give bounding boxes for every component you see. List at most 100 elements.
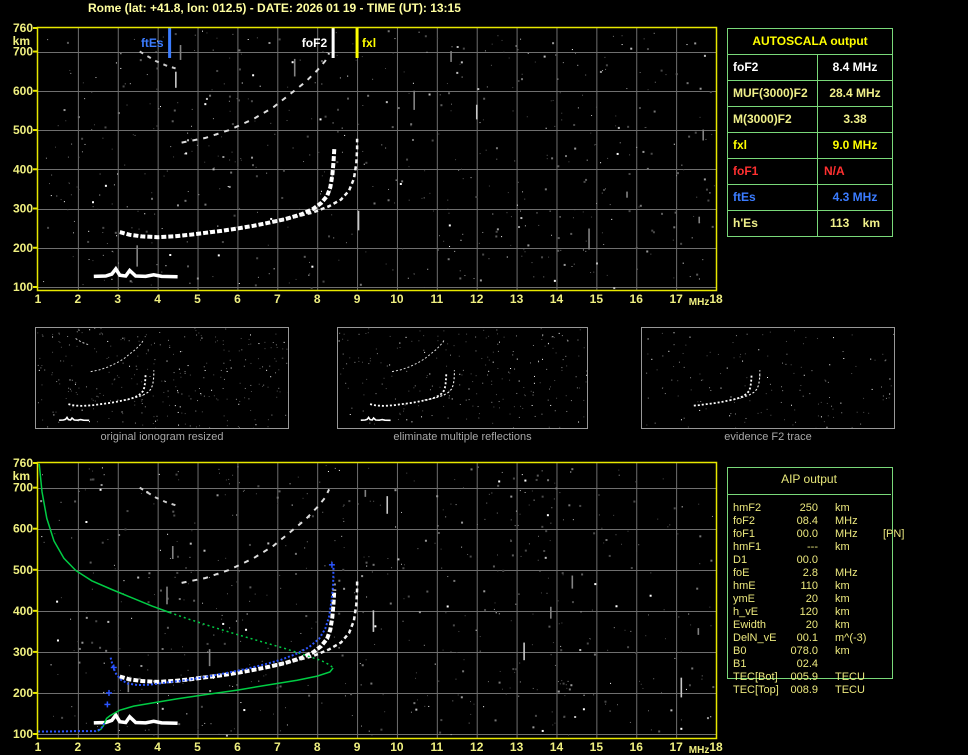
- aip-value: 078.0: [790, 645, 818, 657]
- autoscala-value: N/A: [824, 164, 845, 178]
- autoscala-param: ftEs: [728, 185, 818, 210]
- autoscala-window: Rome (lat: +41.8, lon: 012.5) - DATE: 20…: [0, 0, 968, 755]
- aip-param: foF2: [733, 515, 756, 527]
- x-tick-2: 2: [75, 740, 82, 754]
- aip-row-TEC[Top]: TEC[Top] 008.9 TECU: [733, 684, 963, 697]
- x-tick-12: 12: [470, 740, 484, 754]
- y-tick-400: 400: [13, 604, 33, 618]
- aip-unit: km: [835, 541, 850, 553]
- y-tick-500: 500: [13, 563, 33, 577]
- aip-row-Ewidth: Ewidth 20 km: [733, 619, 963, 632]
- aip-unit: MHz: [835, 515, 858, 527]
- aip-profile-topside: [38, 463, 170, 614]
- autoscala-param: M(3000)F2: [728, 107, 818, 132]
- f2-extraordinary-trace-mini: [424, 370, 455, 401]
- autoscala-row-foF2: foF2 8.4 MHz: [728, 54, 892, 80]
- axis-ticks: [33, 27, 37, 288]
- y-tick-100: 100: [13, 280, 33, 294]
- aip-param: hmF2: [733, 502, 762, 514]
- aip-note: [883, 671, 923, 684]
- x-tick-3: 3: [114, 292, 121, 306]
- foF2-label: foF2: [302, 36, 328, 50]
- f2-ordinary-trace-mini: [693, 373, 753, 407]
- aip-value: ---: [807, 541, 818, 553]
- x-tick-6: 6: [234, 292, 241, 306]
- aip-param: h_vE: [733, 606, 759, 618]
- x-tick-4: 4: [154, 740, 161, 754]
- autoscala-row-h'Es: h'Es 113 km: [728, 210, 892, 236]
- autoscala-row-fxl: fxl 9.0 MHz: [728, 132, 892, 158]
- second-hop-trace: [181, 52, 330, 144]
- fitted-marks: [104, 561, 335, 708]
- x-tick-1: 1: [35, 292, 42, 306]
- x-axis-unit: MHz: [689, 745, 710, 755]
- aip-note: [883, 515, 923, 528]
- f2-ordinary-trace: [119, 589, 337, 684]
- top-plot-group: ftEs foF2 fxl760700600500400300200100km1 2 3…: [13, 21, 723, 308]
- es-layer-trace-mini: [360, 416, 391, 422]
- x-tick-7: 7: [274, 292, 281, 306]
- x-tick-9: 9: [354, 292, 361, 306]
- aip-value: 20: [805, 593, 818, 605]
- autoscala-output-table: AUTOSCALA output foF2 8.4 MHz MUF(3000)F2 2…: [727, 28, 893, 237]
- second-hop-trace-mini: [391, 338, 445, 373]
- noise-dots: [43, 30, 715, 290]
- aip-row-D1: D1 00.0: [733, 554, 963, 567]
- y-tick-760: 760: [13, 456, 33, 470]
- aip-note: [883, 567, 923, 580]
- x-tick-16: 16: [630, 740, 644, 754]
- aip-row-TEC[Bot]: TEC[Bot] 005.9 TECU: [733, 671, 963, 684]
- thumbnail-caption-f2-trace: evidence F2 trace: [724, 431, 812, 443]
- x-tick-16: 16: [630, 292, 644, 306]
- aip-value: 00.0: [796, 554, 818, 566]
- autoscala-param: foF1: [728, 159, 818, 184]
- aip-param: TEC[Bot]: [733, 671, 778, 683]
- thumbnail-eliminate-reflections: [337, 327, 588, 429]
- aip-row-ymE: ymE 20 km: [733, 593, 963, 606]
- ionogram-top-plot: ftEs foF2 fxl760700600500400300200100km1 2 3…: [13, 21, 723, 308]
- aip-row-hmF2: hmF2 250 km: [733, 502, 963, 515]
- x-tick-15: 15: [590, 740, 604, 754]
- aip-param: foF1: [733, 528, 756, 540]
- y-tick-600: 600: [13, 522, 33, 536]
- aip-unit: km: [835, 580, 850, 592]
- aip-unit: km: [835, 606, 850, 618]
- x-tick-12: 12: [470, 292, 484, 306]
- aip-value: 110: [800, 580, 818, 592]
- aip-unit: km: [835, 502, 850, 514]
- f2-ordinary-trace-mini: [369, 373, 448, 407]
- aip-row-B0: B0 078.0 km: [733, 645, 963, 658]
- x-tick-8: 8: [314, 292, 321, 306]
- aip-param: foE: [733, 567, 750, 579]
- autoscala-value: 8.4 MHz: [832, 60, 878, 74]
- y-tick-200: 200: [13, 686, 33, 700]
- x-tick-10: 10: [390, 292, 404, 306]
- y-axis-unit: km: [13, 469, 30, 483]
- aip-table-divider: [728, 494, 891, 495]
- f2-extraordinary-trace-mini: [123, 370, 155, 401]
- autoscala-value: 4.3 MHz: [832, 190, 878, 204]
- aip-value: 00.0: [796, 528, 818, 540]
- aip-note: [883, 606, 923, 619]
- x-tick-15: 15: [590, 292, 604, 306]
- aip-unit: [835, 658, 883, 671]
- station-date-time-title: Rome (lat: +41.8, lon: 012.5) - DATE: 20…: [88, 1, 461, 15]
- y-tick-400: 400: [13, 162, 33, 176]
- second-hop-trace-mini: [90, 338, 145, 373]
- y-tick-200: 200: [13, 241, 33, 255]
- aip-value: 02.4: [796, 658, 818, 670]
- aip-note: [883, 684, 923, 697]
- aip-row-B1: B1 02.4: [733, 658, 963, 671]
- x-tick-14: 14: [550, 292, 564, 306]
- x-tick-8: 8: [314, 740, 321, 754]
- axis-labels: 760700600500400300200100km1 2 3 4 5 6 7 8 9 10 11 1…: [13, 21, 723, 308]
- autoscala-param: MUF(3000)F2: [728, 81, 818, 106]
- aip-row-foF1: foF1 00.0 MHz [PN]: [733, 528, 963, 541]
- aip-value: 00.1: [796, 632, 818, 644]
- x-tick-18: 18: [709, 292, 723, 306]
- aip-unit: TECU: [835, 671, 865, 683]
- aip-row-foE: foE 2.8 MHz: [733, 567, 963, 580]
- aip-value: 005.9: [790, 671, 818, 683]
- aip-table-rows: hmF2 250 km foF2 08.4 MHz foF1 00.0 MHz [PN] hmF1 -…: [733, 502, 963, 697]
- autoscala-value: 113 km: [829, 216, 881, 230]
